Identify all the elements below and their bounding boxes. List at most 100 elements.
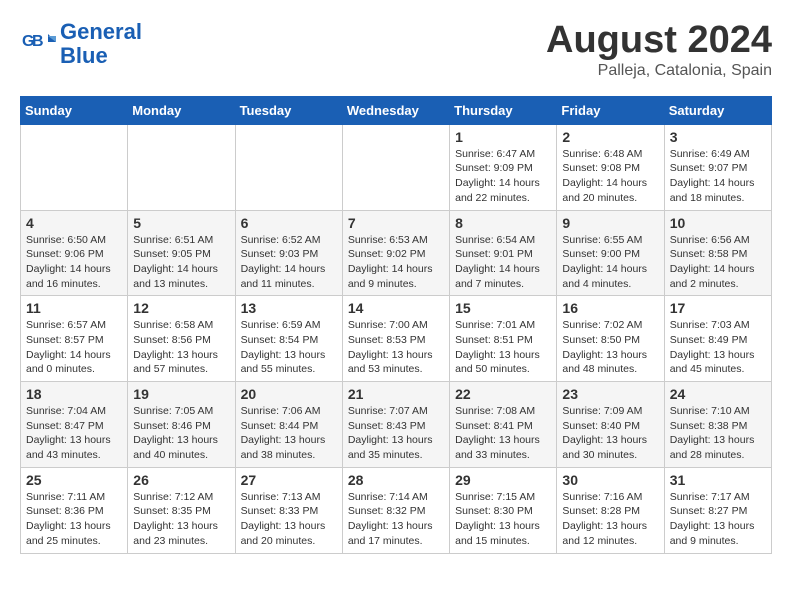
day-number: 13	[241, 300, 337, 316]
day-number: 9	[562, 215, 658, 231]
day-info: Sunrise: 7:14 AMSunset: 8:32 PMDaylight:…	[348, 490, 444, 549]
day-number: 19	[133, 386, 229, 402]
calendar-day-empty	[235, 124, 342, 210]
calendar-day-21: 21 Sunrise: 7:07 AMSunset: 8:43 PMDayligh…	[342, 382, 449, 468]
day-number: 28	[348, 472, 444, 488]
calendar-day-2: 2 Sunrise: 6:48 AMSunset: 9:08 PMDaylight…	[557, 124, 664, 210]
day-number: 6	[241, 215, 337, 231]
calendar-day-31: 31Sunrise: 7:17 AMSunset: 8:27 PMDayligh…	[664, 467, 771, 553]
calendar-day-1: 1 Sunrise: 6:47 AMSunset: 9:09 PMDaylight…	[450, 124, 557, 210]
day-info: Sunrise: 7:10 AMSunset: 8:38 PMDaylight:…	[670, 404, 766, 463]
day-number: 31	[670, 472, 766, 488]
day-info: Sunrise: 6:48 AMSunset: 9:08 PMDaylight:…	[562, 147, 658, 206]
calendar-day-17: 17 Sunrise: 7:03 AMSunset: 8:49 PMDayligh…	[664, 296, 771, 382]
day-info: Sunrise: 7:05 AMSunset: 8:46 PMDaylight:…	[133, 404, 229, 463]
calendar-day-5: 5Sunrise: 6:51 AMSunset: 9:05 PMDaylight…	[128, 210, 235, 296]
day-info: Sunrise: 6:52 AMSunset: 9:03 PMDaylight:…	[241, 233, 337, 292]
calendar-day-15: 15Sunrise: 7:01 AMSunset: 8:51 PMDayligh…	[450, 296, 557, 382]
day-info: Sunrise: 7:12 AMSunset: 8:35 PMDaylight:…	[133, 490, 229, 549]
day-info: Sunrise: 6:47 AMSunset: 9:09 PMDaylight:…	[455, 147, 551, 206]
day-number: 30	[562, 472, 658, 488]
day-info: Sunrise: 7:07 AMSunset: 8:43 PMDaylight:…	[348, 404, 444, 463]
day-info: Sunrise: 6:50 AMSunset: 9:06 PMDaylight:…	[26, 233, 122, 292]
day-number: 1	[455, 129, 551, 145]
svg-text:B: B	[32, 33, 44, 50]
calendar-day-30: 30 Sunrise: 7:16 AMSunset: 8:28 PMDayligh…	[557, 467, 664, 553]
day-info: Sunrise: 7:09 AMSunset: 8:40 PMDaylight:…	[562, 404, 658, 463]
day-info: Sunrise: 7:02 AMSunset: 8:50 PMDaylight:…	[562, 318, 658, 377]
day-number: 2	[562, 129, 658, 145]
day-info: Sunrise: 7:04 AMSunset: 8:47 PMDaylight:…	[26, 404, 122, 463]
location: Palleja, Catalonia, Spain	[546, 62, 772, 80]
day-info: Sunrise: 6:53 AMSunset: 9:02 PMDaylight:…	[348, 233, 444, 292]
day-info: Sunrise: 7:06 AMSunset: 8:44 PMDaylight:…	[241, 404, 337, 463]
day-number: 14	[348, 300, 444, 316]
day-info: Sunrise: 7:16 AMSunset: 8:28 PMDaylight:…	[562, 490, 658, 549]
calendar-table: SundayMondayTuesdayWednesdayThursdayFrid…	[20, 96, 772, 554]
calendar-day-24: 24Sunrise: 7:10 AMSunset: 8:38 PMDayligh…	[664, 382, 771, 468]
calendar-day-29: 29 Sunrise: 7:15 AMSunset: 8:30 PMDayligh…	[450, 467, 557, 553]
day-info: Sunrise: 6:51 AMSunset: 9:05 PMDaylight:…	[133, 233, 229, 292]
weekday-header-monday: Monday	[128, 96, 235, 124]
weekday-header-thursday: Thursday	[450, 96, 557, 124]
month-title: August 2024	[546, 20, 772, 62]
calendar-day-empty	[342, 124, 449, 210]
calendar-day-14: 14 Sunrise: 7:00 AMSunset: 8:53 PMDayligh…	[342, 296, 449, 382]
day-info: Sunrise: 6:58 AMSunset: 8:56 PMDaylight:…	[133, 318, 229, 377]
calendar-week-row: 11 Sunrise: 6:57 AMSunset: 8:57 PMDayligh…	[21, 296, 772, 382]
day-number: 8	[455, 215, 551, 231]
weekday-header-tuesday: Tuesday	[235, 96, 342, 124]
day-info: Sunrise: 6:57 AMSunset: 8:57 PMDaylight:…	[26, 318, 122, 377]
day-number: 23	[562, 386, 658, 402]
calendar-day-20: 20Sunrise: 7:06 AMSunset: 8:44 PMDayligh…	[235, 382, 342, 468]
day-number: 22	[455, 386, 551, 402]
weekday-header-friday: Friday	[557, 96, 664, 124]
day-number: 4	[26, 215, 122, 231]
day-number: 17	[670, 300, 766, 316]
day-number: 29	[455, 472, 551, 488]
day-info: Sunrise: 7:00 AMSunset: 8:53 PMDaylight:…	[348, 318, 444, 377]
weekday-header-wednesday: Wednesday	[342, 96, 449, 124]
logo-line1: General	[60, 19, 142, 44]
day-info: Sunrise: 7:01 AMSunset: 8:51 PMDaylight:…	[455, 318, 551, 377]
day-number: 26	[133, 472, 229, 488]
day-number: 11	[26, 300, 122, 316]
calendar-day-16: 16 Sunrise: 7:02 AMSunset: 8:50 PMDayligh…	[557, 296, 664, 382]
calendar-day-26: 26 Sunrise: 7:12 AMSunset: 8:35 PMDayligh…	[128, 467, 235, 553]
calendar-day-22: 22 Sunrise: 7:08 AMSunset: 8:41 PMDayligh…	[450, 382, 557, 468]
day-number: 16	[562, 300, 658, 316]
calendar-week-row: 18Sunrise: 7:04 AMSunset: 8:47 PMDayligh…	[21, 382, 772, 468]
calendar-day-empty	[21, 124, 128, 210]
calendar-day-19: 19 Sunrise: 7:05 AMSunset: 8:46 PMDayligh…	[128, 382, 235, 468]
day-number: 21	[348, 386, 444, 402]
weekday-header-saturday: Saturday	[664, 96, 771, 124]
calendar-day-28: 28 Sunrise: 7:14 AMSunset: 8:32 PMDayligh…	[342, 467, 449, 553]
calendar-day-6: 6 Sunrise: 6:52 AMSunset: 9:03 PMDaylight…	[235, 210, 342, 296]
calendar-week-row: 25 Sunrise: 7:11 AMSunset: 8:36 PMDayligh…	[21, 467, 772, 553]
calendar-week-row: 4 Sunrise: 6:50 AMSunset: 9:06 PMDaylight…	[21, 210, 772, 296]
calendar-day-11: 11 Sunrise: 6:57 AMSunset: 8:57 PMDayligh…	[21, 296, 128, 382]
weekday-header-sunday: Sunday	[21, 96, 128, 124]
day-info: Sunrise: 6:56 AMSunset: 8:58 PMDaylight:…	[670, 233, 766, 292]
day-info: Sunrise: 6:54 AMSunset: 9:01 PMDaylight:…	[455, 233, 551, 292]
day-number: 10	[670, 215, 766, 231]
calendar-day-23: 23 Sunrise: 7:09 AMSunset: 8:40 PMDayligh…	[557, 382, 664, 468]
calendar-day-4: 4 Sunrise: 6:50 AMSunset: 9:06 PMDaylight…	[21, 210, 128, 296]
day-info: Sunrise: 7:11 AMSunset: 8:36 PMDaylight:…	[26, 490, 122, 549]
logo-icon: G B	[20, 26, 56, 62]
day-info: Sunrise: 7:08 AMSunset: 8:41 PMDaylight:…	[455, 404, 551, 463]
day-info: Sunrise: 7:15 AMSunset: 8:30 PMDaylight:…	[455, 490, 551, 549]
day-info: Sunrise: 6:49 AMSunset: 9:07 PMDaylight:…	[670, 147, 766, 206]
page-header: G B General Blue August 2024 Palleja, Ca…	[20, 20, 772, 80]
weekday-header-row: SundayMondayTuesdayWednesdayThursdayFrid…	[21, 96, 772, 124]
calendar-day-empty	[128, 124, 235, 210]
calendar-day-12: 12 Sunrise: 6:58 AMSunset: 8:56 PMDayligh…	[128, 296, 235, 382]
calendar-day-27: 27Sunrise: 7:13 AMSunset: 8:33 PMDayligh…	[235, 467, 342, 553]
day-info: Sunrise: 6:55 AMSunset: 9:00 PMDaylight:…	[562, 233, 658, 292]
day-info: Sunrise: 7:03 AMSunset: 8:49 PMDaylight:…	[670, 318, 766, 377]
day-number: 25	[26, 472, 122, 488]
day-info: Sunrise: 6:59 AMSunset: 8:54 PMDaylight:…	[241, 318, 337, 377]
day-number: 12	[133, 300, 229, 316]
title-block: August 2024 Palleja, Catalonia, Spain	[546, 20, 772, 80]
calendar-week-row: 1 Sunrise: 6:47 AMSunset: 9:09 PMDaylight…	[21, 124, 772, 210]
